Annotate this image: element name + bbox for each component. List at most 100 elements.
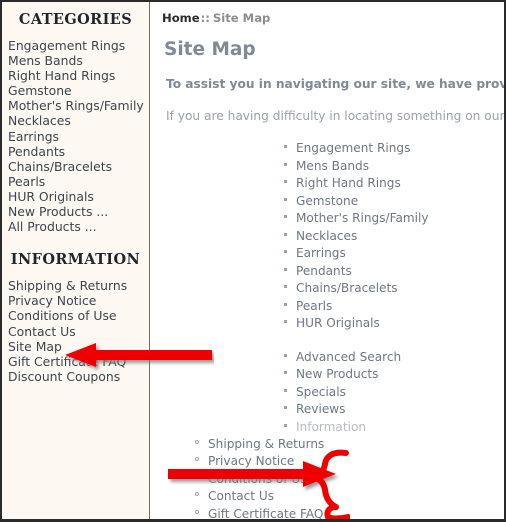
list-item: Shipping & Returns bbox=[8, 278, 149, 293]
bullet-circle-icon bbox=[195, 474, 199, 479]
list-item: Gemstone bbox=[282, 192, 504, 210]
bullet-square-icon bbox=[284, 388, 287, 392]
sidebar-item-mens-bands[interactable]: Mens Bands bbox=[8, 53, 149, 68]
list-item: Pearls bbox=[282, 297, 504, 315]
list-item: Shipping & Returns bbox=[194, 435, 504, 452]
sitemap-categories-list: Engagement Rings Mens Bands Right Hand R… bbox=[150, 139, 504, 332]
sitemap-link-necklaces[interactable]: Necklaces bbox=[296, 229, 357, 243]
sitemap-link-advanced-search[interactable]: Advanced Search bbox=[296, 350, 401, 364]
sidebar-item-hur-originals[interactable]: HUR Originals bbox=[8, 189, 149, 204]
sidebar-item-mothers-rings-family[interactable]: Mother's Rings/Family bbox=[8, 98, 149, 113]
list-item: Necklaces bbox=[8, 113, 149, 128]
sitemap-link-new-products[interactable]: New Products bbox=[296, 367, 378, 381]
list-item: Chains/Bracelets bbox=[8, 159, 149, 174]
list-item: HUR Originals bbox=[282, 314, 504, 332]
sidebar-item-pearls[interactable]: Pearls bbox=[8, 174, 149, 189]
sidebar-item-gift-certificate-faq[interactable]: Gift Certificate FAQ bbox=[8, 354, 149, 369]
sidebar-item-engagement-rings[interactable]: Engagement Rings bbox=[8, 38, 149, 53]
bullet-square-icon bbox=[284, 353, 287, 357]
list-item: Gemstone bbox=[8, 83, 149, 98]
list-item: Discount Coupons bbox=[8, 369, 149, 384]
list-item: Right Hand Rings bbox=[282, 174, 504, 192]
list-item: Mother's Rings/Family bbox=[282, 209, 504, 227]
list-item: Pearls bbox=[8, 174, 149, 189]
sidebar-item-earrings[interactable]: Earrings bbox=[8, 129, 149, 144]
bullet-square-icon bbox=[284, 162, 287, 166]
intro-bold-text: To assist you in navigating our site, we… bbox=[166, 77, 504, 91]
sitemap-link-right-hand-rings[interactable]: Right Hand Rings bbox=[296, 176, 401, 190]
bullet-circle-icon bbox=[195, 492, 199, 497]
sidebar-item-gemstone[interactable]: Gemstone bbox=[8, 83, 149, 98]
list-item: Gift Certificate FAQ bbox=[194, 505, 504, 519]
sitemap-link-conditions-of-use[interactable]: Conditions of Use bbox=[208, 472, 314, 486]
breadcrumb-home[interactable]: Home bbox=[162, 11, 200, 25]
bullet-square-icon bbox=[284, 250, 287, 253]
sitemap-link-gift-certificate-faq[interactable]: Gift Certificate FAQ bbox=[208, 507, 323, 519]
bullet-circle-icon bbox=[195, 509, 199, 514]
sitemap-link-reviews[interactable]: Reviews bbox=[296, 402, 345, 416]
list-item: Contact Us bbox=[8, 324, 149, 339]
sidebar-item-all-products[interactable]: All Products ... bbox=[8, 219, 149, 234]
sidebar-item-shipping-returns[interactable]: Shipping & Returns bbox=[8, 278, 149, 293]
sitemap-link-hur-originals[interactable]: HUR Originals bbox=[296, 316, 380, 330]
sidebar-item-new-products[interactable]: New Products ... bbox=[8, 204, 149, 219]
list-item: Privacy Notice bbox=[8, 293, 149, 308]
breadcrumb-current: Site Map bbox=[212, 11, 271, 25]
bullet-square-icon bbox=[284, 406, 287, 409]
sitemap-link-pearls[interactable]: Pearls bbox=[296, 299, 332, 313]
sidebar-item-site-map[interactable]: Site Map bbox=[8, 339, 149, 354]
list-item: New Products ... bbox=[8, 204, 149, 219]
list-item: Earrings bbox=[8, 129, 149, 144]
page-layout: CATEGORIES Engagement Rings Mens Bands R… bbox=[2, 2, 504, 519]
sitemap-lists: Engagement Rings Mens Bands Right Hand R… bbox=[150, 123, 504, 519]
sitemap-link-mens-bands[interactable]: Mens Bands bbox=[296, 159, 369, 173]
categories-list: Engagement Rings Mens Bands Right Hand R… bbox=[2, 28, 149, 234]
list-item: Privacy Notice bbox=[194, 452, 504, 469]
sitemap-link-specials[interactable]: Specials bbox=[296, 385, 346, 399]
list-item: Right Hand Rings bbox=[8, 68, 149, 83]
sitemap-link-pendants[interactable]: Pendants bbox=[296, 264, 352, 278]
bullet-circle-icon bbox=[195, 457, 199, 462]
list-item: HUR Originals bbox=[8, 189, 149, 204]
sidebar-item-necklaces[interactable]: Necklaces bbox=[8, 113, 149, 128]
bullet-square-icon bbox=[284, 215, 287, 218]
sitemap-link-contact-us[interactable]: Contact Us bbox=[208, 489, 274, 503]
bullet-square-icon bbox=[284, 423, 287, 427]
page-frame: CATEGORIES Engagement Rings Mens Bands R… bbox=[0, 0, 506, 522]
sitemap-link-mothers-rings-family[interactable]: Mother's Rings/Family bbox=[296, 211, 429, 225]
breadcrumb-separator: :: bbox=[200, 11, 210, 25]
information-box: INFORMATION Shipping & Returns Privacy N… bbox=[2, 234, 149, 384]
sidebar-item-contact-us[interactable]: Contact Us bbox=[8, 324, 149, 339]
sitemap-label-information: Information bbox=[296, 419, 367, 434]
left-sidebar: CATEGORIES Engagement Rings Mens Bands R… bbox=[2, 2, 150, 519]
sitemap-link-earrings[interactable]: Earrings bbox=[296, 246, 346, 260]
sitemap-link-chains-bracelets[interactable]: Chains/Bracelets bbox=[296, 281, 398, 295]
sitemap-link-shipping-returns[interactable]: Shipping & Returns bbox=[208, 437, 324, 451]
sitemap-link-gemstone[interactable]: Gemstone bbox=[296, 194, 358, 208]
sidebar-item-conditions-of-use[interactable]: Conditions of Use bbox=[8, 308, 149, 323]
main-content: Home:: Site Map Site Map To assist you in… bbox=[150, 2, 504, 519]
list-item: Pendants bbox=[282, 262, 504, 280]
sidebar-item-chains-bracelets[interactable]: Chains/Bracelets bbox=[8, 159, 149, 174]
page-title: Site Map bbox=[164, 39, 256, 60]
sitemap-link-engagement-rings[interactable]: Engagement Rings bbox=[296, 141, 410, 155]
sidebar-item-privacy-notice[interactable]: Privacy Notice bbox=[8, 293, 149, 308]
list-item: Chains/Bracelets bbox=[282, 279, 504, 297]
list-item: Advanced Search bbox=[282, 348, 504, 366]
list-item: Earrings bbox=[282, 244, 504, 262]
information-list: Shipping & Returns Privacy Notice Condit… bbox=[2, 268, 149, 384]
sidebar-item-right-hand-rings[interactable]: Right Hand Rings bbox=[8, 68, 149, 83]
list-item: Mens Bands bbox=[8, 53, 149, 68]
list-group-spacer bbox=[150, 332, 504, 348]
list-item: Conditions of Use bbox=[194, 470, 504, 487]
sitemap-link-privacy-notice[interactable]: Privacy Notice bbox=[208, 454, 294, 468]
information-heading: INFORMATION bbox=[10, 251, 141, 269]
list-item: All Products ... bbox=[8, 219, 149, 234]
list-item: New Products bbox=[282, 365, 504, 383]
list-item: Pendants bbox=[8, 144, 149, 159]
sidebar-item-discount-coupons[interactable]: Discount Coupons bbox=[8, 369, 149, 384]
bullet-square-icon bbox=[284, 267, 287, 271]
list-item: Site Map bbox=[8, 339, 149, 354]
sidebar-item-pendants[interactable]: Pendants bbox=[8, 144, 149, 159]
list-item: Engagement Rings bbox=[282, 139, 504, 157]
